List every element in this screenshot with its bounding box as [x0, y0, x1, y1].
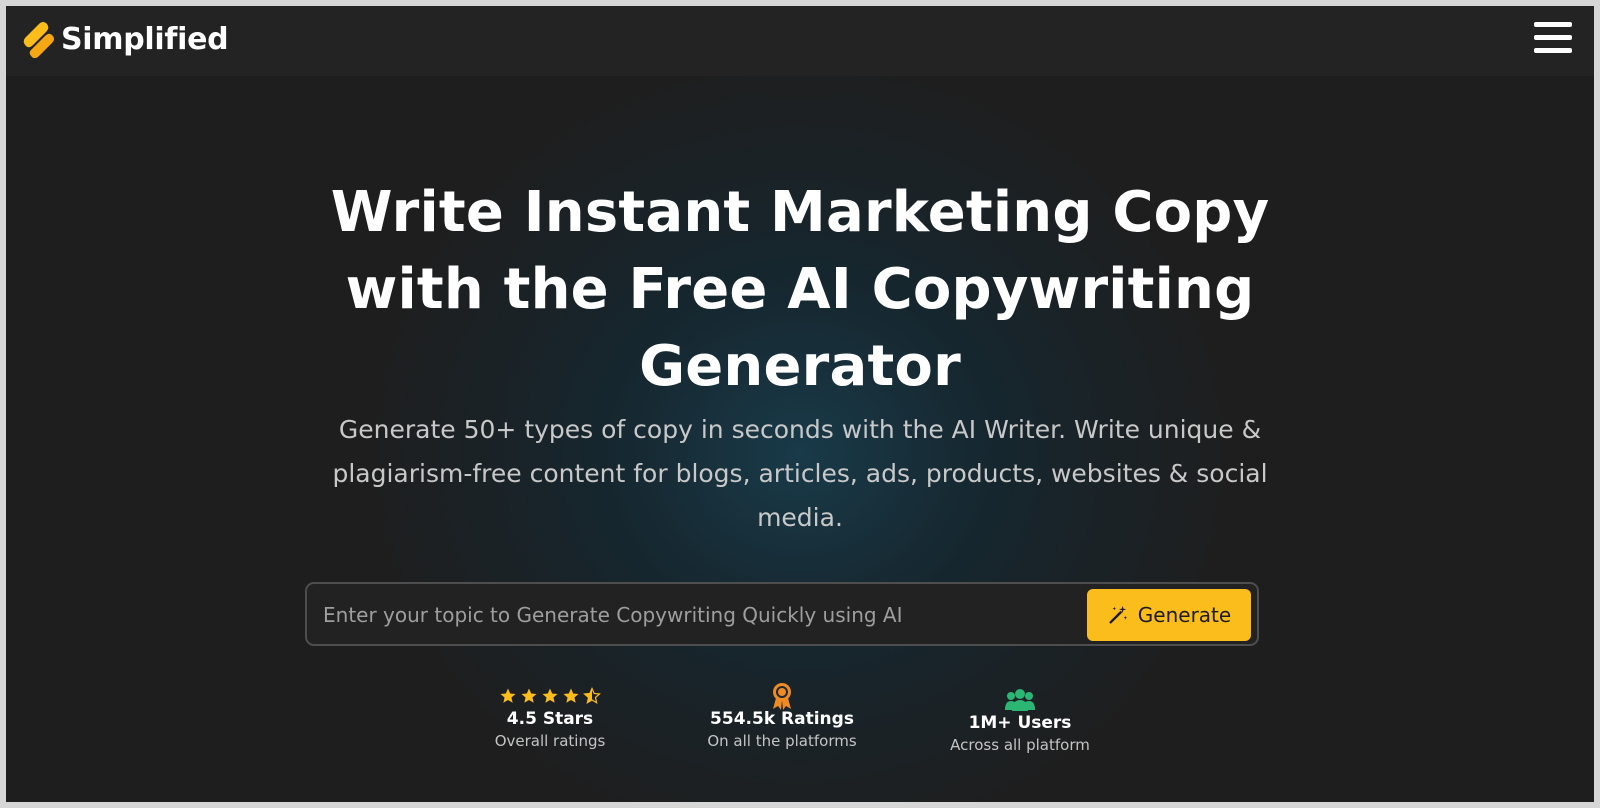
- star-icon: [500, 688, 516, 703]
- star-icon: [542, 688, 558, 703]
- stat-title: 1M+ Users: [968, 713, 1072, 733]
- stat-rating: 4.5 Stars Overall ratings: [480, 684, 620, 752]
- star-rating-icon: [480, 684, 620, 708]
- award-icon: [773, 683, 791, 710]
- stat-subtitle: Overall ratings: [494, 732, 606, 750]
- stat-users: 1M+ Users Across all platform: [930, 688, 1110, 756]
- generate-button-label: Generate: [1137, 603, 1232, 627]
- stat-total-ratings: 554.5k Ratings On all the platforms: [692, 683, 872, 752]
- browser-viewport: Simplified Write Instant Marketing Copy …: [6, 6, 1594, 802]
- star-icon: [521, 688, 537, 703]
- award-ribbon-icon: [692, 683, 872, 710]
- star-icon: [563, 688, 579, 703]
- generate-button[interactable]: Generate: [1087, 589, 1251, 641]
- top-navbar: Simplified: [6, 6, 1594, 76]
- hero-section: Write Instant Marketing Copy with the Fr…: [6, 76, 1594, 802]
- stat-subtitle: On all the platforms: [707, 732, 857, 750]
- stat-title: 554.5k Ratings: [710, 709, 854, 729]
- hero-description: Generate 50+ types of copy in seconds wi…: [332, 415, 1268, 532]
- brand-logo-link[interactable]: Simplified: [23, 20, 229, 58]
- magic-wand-icon: [1109, 605, 1127, 624]
- simplified-logo-icon: [23, 22, 54, 58]
- users-icon: [1005, 689, 1035, 711]
- page-title: Write Instant Marketing Copy with the Fr…: [330, 180, 1270, 399]
- stat-title: 4.5 Stars: [506, 709, 594, 729]
- stat-subtitle: Across all platform: [950, 736, 1090, 754]
- brand-name: Simplified: [61, 21, 229, 57]
- half-star-icon: [583, 687, 601, 704]
- topic-search-bar: Generate: [305, 582, 1259, 646]
- users-group-icon: [930, 688, 1110, 712]
- topic-input[interactable]: [321, 590, 1085, 640]
- hamburger-menu-icon[interactable]: [1534, 20, 1572, 56]
